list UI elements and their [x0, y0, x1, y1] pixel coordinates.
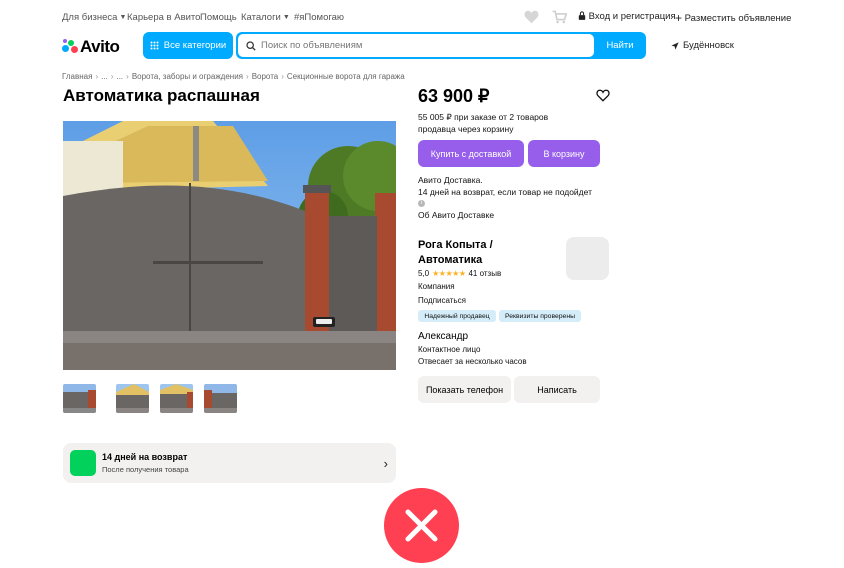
close-button[interactable] — [384, 488, 459, 563]
logo-text: Avito — [80, 37, 120, 56]
breadcrumb-item[interactable]: Секционные ворота для гаража — [287, 72, 405, 81]
info-icon[interactable]: i — [418, 200, 425, 207]
breadcrumb-item[interactable]: ... — [101, 72, 108, 81]
add-to-cart-button[interactable]: В корзину — [528, 140, 600, 167]
contact-name: Александр — [418, 331, 469, 342]
breadcrumb-item[interactable]: Ворота, заборы и ограждения — [132, 72, 243, 81]
chevron-down-icon: ▼ — [282, 14, 290, 21]
return-badge-icon — [70, 450, 96, 476]
search-button[interactable]: Найти — [594, 32, 646, 59]
seller-name[interactable]: Рога Копыта / Автоматика — [418, 238, 493, 268]
search-input[interactable] — [261, 40, 581, 51]
location-selector[interactable]: Будённовск — [671, 40, 734, 51]
chevron-right-icon: › — [383, 456, 388, 471]
response-time: Отвесает за несколько часов — [418, 357, 527, 366]
verified-details-badge: Реквизиты проверены — [499, 310, 581, 322]
reviews-count: 41 отзыв — [468, 269, 502, 278]
nav-help-link[interactable]: Помощь — [200, 12, 237, 23]
buy-with-delivery-button[interactable]: Купить с доставкой — [418, 140, 524, 167]
nav-business-link[interactable]: Для бизнеса ▼ — [62, 12, 126, 23]
gate-photo-image — [63, 121, 396, 370]
return-policy-banner[interactable]: 14 дней на возврат После получения товар… — [63, 443, 396, 483]
reliable-seller-badge: Надежный продавец — [418, 310, 496, 322]
show-phone-button[interactable]: Показать телефон — [418, 376, 511, 403]
bulk-price-note: 55 005 ₽ при заказе от 2 товаров продавц… — [418, 112, 548, 135]
categories-label: Все категории — [163, 40, 227, 51]
delivery-line: 14 дней на возврат, если товар не подойд… — [418, 187, 592, 197]
nav-career-link[interactable]: Карьера в Авито — [127, 12, 200, 23]
bulk-note-line: 55 005 ₽ при заказе от 2 товаров — [418, 112, 549, 122]
main-photo[interactable] — [63, 121, 396, 370]
delivery-line: Авито Доставка. — [418, 175, 483, 185]
cart-icon[interactable] — [552, 10, 567, 24]
seller-name-line: Автоматика — [418, 254, 483, 266]
logo-dots-icon — [62, 39, 78, 53]
seller-rating[interactable]: 5,0 ★★★★★ 41 отзыв — [418, 269, 501, 278]
location-label: Будённовск — [683, 40, 734, 51]
post-ad-link[interactable]: + Разместить объявление — [675, 11, 791, 25]
subscribe-link[interactable]: Подписаться — [418, 296, 466, 305]
lock-icon — [578, 11, 586, 20]
seller-name-line: Рога Копыта / — [418, 239, 493, 251]
photo-thumbnail[interactable] — [160, 384, 193, 413]
delivery-info: Авито Доставка. 14 дней на возврат, если… — [418, 174, 592, 198]
seller-avatar[interactable] — [566, 237, 609, 280]
chevron-down-icon: ▼ — [119, 14, 127, 21]
photo-thumbnail[interactable] — [204, 384, 237, 413]
seller-type: Компания — [418, 282, 455, 291]
plus-icon: + — [675, 11, 683, 25]
close-icon — [405, 509, 438, 542]
all-categories-button[interactable]: Все категории — [143, 32, 233, 59]
write-message-button[interactable]: Написать — [514, 376, 600, 403]
favorite-heart-icon[interactable] — [596, 89, 610, 102]
about-delivery-link[interactable]: Об Авито Доставке — [418, 210, 494, 220]
photo-thumbnail[interactable] — [63, 384, 96, 413]
search-bar: Найти — [236, 32, 646, 59]
location-arrow-icon — [671, 41, 679, 50]
bulk-note-line: продавца через корзину — [418, 123, 514, 134]
breadcrumb-item[interactable]: Ворота — [252, 72, 279, 81]
search-icon — [246, 40, 256, 51]
nav-ya-pomogayu-link[interactable]: #яПомогаю — [294, 12, 344, 23]
star-rating-icon: ★★★★★ — [432, 269, 466, 278]
search-field[interactable] — [238, 34, 594, 57]
return-subtitle: После получения товара — [102, 465, 189, 474]
page-title: Автоматика распашная — [63, 86, 260, 105]
rating-value: 5,0 — [418, 269, 430, 278]
photo-thumbnail[interactable] — [116, 384, 149, 413]
breadcrumb-item[interactable]: Главная — [62, 72, 92, 81]
avito-logo[interactable]: Avito — [62, 37, 120, 56]
grid-icon — [150, 41, 159, 50]
top-nav: Для бизнеса ▼ Карьера в Авито Помощь Ката… — [0, 0, 844, 34]
return-title: 14 дней на возврат — [102, 452, 188, 462]
contact-role: Контактное лицо — [418, 345, 481, 354]
login-link[interactable]: Вход и регистрация — [578, 11, 676, 22]
breadcrumb-item[interactable]: ... — [116, 72, 123, 81]
nav-catalogs-link[interactable]: Каталоги ▼ — [241, 12, 290, 23]
favorites-heart-icon[interactable] — [524, 10, 539, 24]
breadcrumb: Главная ›... ›... › Ворота, заборы и огражде… — [62, 72, 405, 81]
price: 63 900 ₽ — [418, 86, 490, 106]
